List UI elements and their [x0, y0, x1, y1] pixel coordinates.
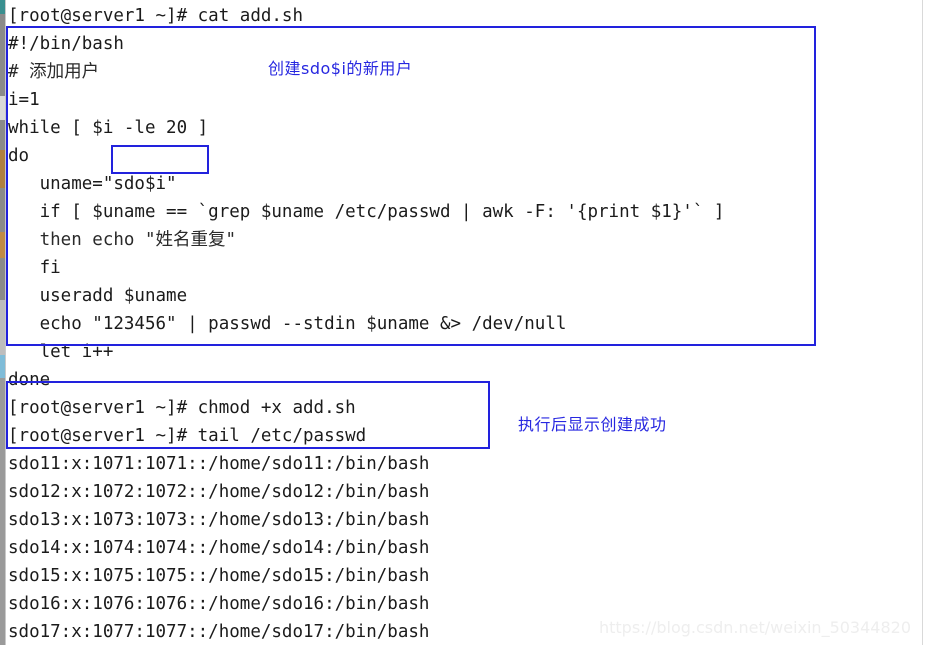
terminal-line: [root@server1 ~]# chmod +x add.sh	[8, 398, 356, 418]
terminal-line: done	[8, 370, 51, 390]
terminal-text-area: [root@server1 ~]# cat add.sh #!/bin/bash #…	[8, 0, 908, 645]
terminal-line: [root@server1 ~]# cat add.sh	[8, 6, 304, 26]
terminal-line: sdo13:x:1073:1073::/home/sdo13:/bin/bash	[8, 510, 430, 530]
script-annotation-label: 创建sdo$i的新用户	[268, 59, 413, 78]
terminal-line: uname="sdo$i"	[8, 174, 177, 194]
terminal-screenshot: [root@server1 ~]# cat add.sh #!/bin/bash #…	[0, 0, 941, 645]
terminal-line: i=1	[8, 90, 40, 110]
output-annotation-label: 执行后显示创建成功	[518, 415, 667, 434]
terminal-line: echo "123456" | passwd --stdin $uname &>…	[8, 314, 567, 334]
right-page-edge	[922, 0, 923, 645]
terminal-line: let i++	[8, 342, 114, 362]
terminal-line: sdo16:x:1076:1076::/home/sdo16:/bin/bash	[8, 594, 430, 614]
terminal-line: sdo15:x:1075:1075::/home/sdo15:/bin/bash	[8, 566, 430, 586]
csdn-watermark: https://blog.csdn.net/weixin_50344820	[598, 618, 911, 637]
terminal-line: fi	[8, 258, 61, 278]
terminal-line: [root@server1 ~]# tail /etc/passwd	[8, 426, 367, 446]
terminal-line: #!/bin/bash	[8, 34, 124, 54]
terminal-line: useradd $uname	[8, 286, 188, 306]
terminal-line: if [ $uname == `grep $uname /etc/passwd …	[8, 202, 725, 222]
left-edge-divider	[5, 0, 6, 645]
terminal-line: sdo11:x:1071:1071::/home/sdo11:/bin/bash	[8, 454, 430, 474]
terminal-line: while [ $i -le 20 ]	[8, 118, 209, 138]
terminal-line: then echo "姓名重复"	[8, 230, 237, 250]
terminal-line: # 添加用户	[8, 62, 100, 82]
terminal-line: sdo14:x:1074:1074::/home/sdo14:/bin/bash	[8, 538, 430, 558]
terminal-line: do	[8, 146, 30, 166]
terminal-line: sdo12:x:1072:1072::/home/sdo12:/bin/bash	[8, 482, 430, 502]
terminal-line: sdo17:x:1077:1077::/home/sdo17:/bin/bash	[8, 622, 430, 642]
